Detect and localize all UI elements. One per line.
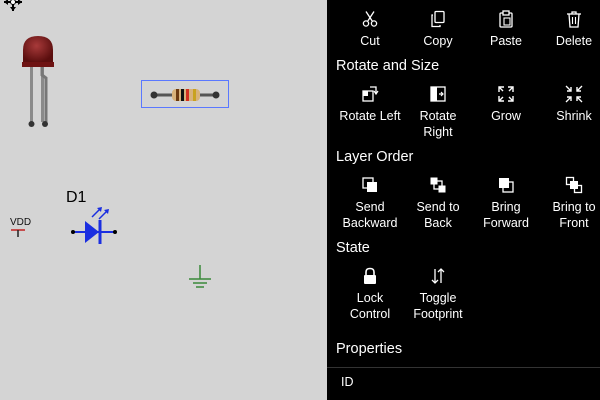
delete-button[interactable]: Delete [540,10,600,49]
resistor-component[interactable] [141,80,229,108]
ground-symbol[interactable] [186,263,214,293]
rotate-right-label: Rotate Right [419,109,457,139]
shrink-button[interactable]: Shrink [540,85,600,124]
grow-button[interactable]: Grow [472,85,540,124]
led-diode-symbol[interactable] [66,204,122,252]
vdd-symbol [11,229,25,237]
bring-forward-icon [499,178,514,193]
lock-control-label: Lock Control [349,291,391,321]
rotate-left-button[interactable]: Rotate Left [336,85,404,124]
send-to-back-label: Send to Back [416,200,460,230]
grow-icon [498,86,514,102]
send-backward-icon [362,177,377,192]
context-command-panel: Cut Copy Paste Delete Rotate and Size Ro… [327,0,600,400]
delete-label: Delete [555,34,593,48]
copy-button[interactable]: Copy [404,10,472,49]
vdd-power-symbol[interactable]: VDD [9,217,39,239]
shrink-label: Shrink [556,109,592,123]
copy-icon [431,10,445,28]
led-red-component[interactable] [18,30,58,130]
toggle-footprint-button[interactable]: Toggle Footprint [404,267,472,322]
send-to-back-icon [430,177,446,193]
copy-label: Copy [423,34,453,48]
trash-icon [567,11,581,28]
toggle-footprint-icon [431,268,445,284]
bring-to-front-button[interactable]: Bring to Front [540,176,600,231]
section-title-state: State [336,240,370,256]
properties-divider [327,367,600,368]
section-title-properties: Properties [336,341,403,357]
schematic-canvas[interactable]: D1 VDD [0,0,327,400]
bring-to-front-icon [565,176,583,194]
rotate-left-label: Rotate Left [339,109,401,123]
send-backward-button[interactable]: Send Backward [336,176,404,231]
cut-label: Cut [360,34,380,48]
send-to-back-button[interactable]: Send to Back [404,176,472,231]
rotate-left-icon [362,86,379,102]
send-backward-label: Send Backward [342,200,398,230]
resistor-symbol [150,89,220,101]
lock-icon [364,267,376,284]
paste-label: Paste [490,34,522,48]
bring-to-front-label: Bring to Front [552,200,596,230]
section-title-rotate: Rotate and Size [336,58,440,74]
toggle-footprint-label: Toggle Footprint [413,291,463,321]
scissors-icon [362,11,378,27]
bring-forward-button[interactable]: Bring Forward [472,176,540,231]
rotate-right-icon [430,86,446,102]
rotate-right-button[interactable]: Rotate Right [404,85,472,140]
property-id-label: ID [341,375,354,389]
shrink-icon [565,85,583,103]
lock-control-button[interactable]: Lock Control [336,267,404,322]
grow-label: Grow [491,109,521,123]
move-cursor-icon [4,0,22,11]
paste-icon [499,10,513,28]
cut-button[interactable]: Cut [336,10,404,49]
bring-forward-label: Bring Forward [483,200,529,230]
paste-button[interactable]: Paste [472,10,540,49]
section-title-layer-order: Layer Order [336,149,414,165]
